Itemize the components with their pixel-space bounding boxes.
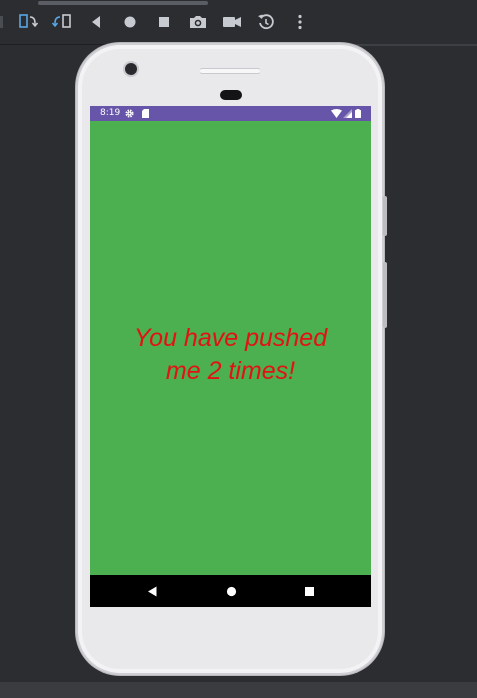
navigation-bar	[90, 575, 371, 607]
emulator-toolbar	[0, 0, 477, 45]
more-options-icon[interactable]	[289, 11, 311, 33]
snapshot-restore-icon[interactable]	[255, 11, 277, 33]
status-bar: 8:19	[90, 106, 371, 121]
screen-record-icon[interactable]	[221, 11, 243, 33]
message-line-1: You have pushed	[133, 324, 328, 352]
volume-button[interactable]	[383, 262, 387, 328]
overview-icon[interactable]	[153, 11, 175, 33]
nav-recents-icon[interactable]	[301, 583, 317, 599]
rotate-left-icon[interactable]	[17, 11, 39, 33]
front-camera	[125, 63, 137, 75]
earpiece-line	[200, 69, 260, 73]
rotate-right-icon[interactable]	[51, 11, 73, 33]
app-content[interactable]: You have pushed me 2 times!	[90, 121, 371, 575]
toolbar-edge-handle	[0, 16, 3, 28]
home-icon[interactable]	[119, 11, 141, 33]
status-time: 8:19	[100, 108, 121, 118]
push-count-message: You have pushed me 2 times!	[90, 322, 371, 388]
power-button[interactable]	[383, 196, 387, 236]
device-screen: 8:19 You have pushed me 2 times!	[90, 106, 371, 607]
nav-home-icon[interactable]	[223, 583, 239, 599]
message-line-2: me 2 times!	[165, 357, 296, 385]
screenshot-icon[interactable]	[187, 11, 209, 33]
toolbar-scrollbar[interactable]	[38, 1, 208, 5]
emulator-bottom-strip	[0, 682, 477, 698]
earpiece-speaker	[220, 90, 242, 100]
nav-back-icon[interactable]	[144, 583, 160, 599]
back-icon[interactable]	[85, 11, 107, 33]
